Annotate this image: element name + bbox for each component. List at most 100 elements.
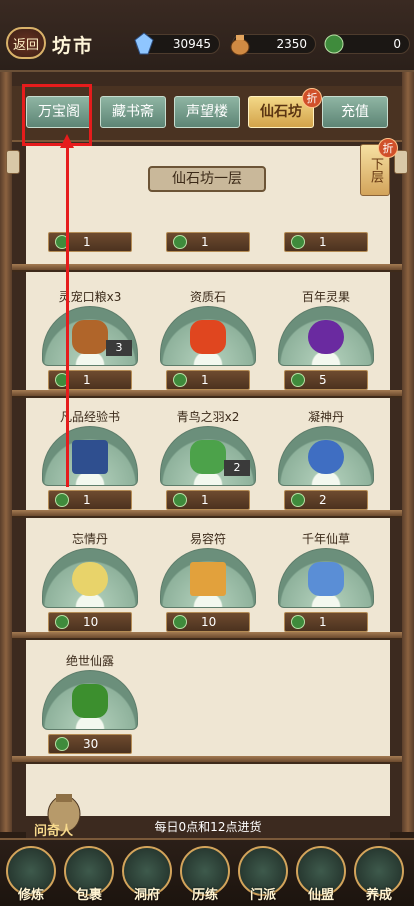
price-value: 1: [201, 373, 209, 387]
crystal-icon: [134, 32, 154, 55]
highlight-box: [22, 84, 92, 146]
coin-icon: [173, 493, 187, 507]
price-tag: 1: [284, 232, 368, 252]
dew-icon: [72, 684, 108, 718]
price-value: 1: [83, 373, 91, 387]
price-value: 30: [83, 737, 99, 751]
shop-item[interactable]: 青鸟之羽x2 2 1: [152, 408, 264, 518]
tab-shengwanglou[interactable]: 声望楼: [174, 96, 240, 128]
price-tag: 10: [48, 612, 132, 632]
coin-icon: [55, 493, 69, 507]
shelf: [12, 264, 402, 272]
talisman-icon: [190, 562, 226, 596]
resource-value: 0: [393, 37, 401, 51]
shop-item[interactable]: 百年灵果 5: [270, 288, 382, 398]
price-value: 1: [319, 615, 327, 629]
shop-item[interactable]: 1: [34, 150, 146, 260]
coin-icon: [173, 373, 187, 387]
lantern-decoration: [6, 150, 20, 174]
price-tag: 1: [166, 232, 250, 252]
shop-item[interactable]: 忘情丹 10: [34, 530, 146, 640]
tab-chongzhi[interactable]: 充值: [322, 96, 388, 128]
coin-icon: [55, 615, 69, 629]
shop-item[interactable]: 易容符 10: [152, 530, 264, 640]
feather-icon: [190, 440, 226, 474]
resource-bag-gold: 2350: [230, 34, 316, 56]
coin-icon: [324, 34, 344, 54]
price-tag: 1: [48, 232, 132, 252]
npc-label[interactable]: 问奇人: [34, 820, 73, 839]
quantity-badge: 2: [224, 460, 250, 476]
price-value: 1: [83, 235, 91, 249]
price-tag: 1: [166, 370, 250, 390]
price-tag: 1: [284, 612, 368, 632]
coin-icon: [55, 737, 69, 751]
coin-icon: [291, 615, 305, 629]
coin-icon: [173, 235, 187, 249]
coin-icon: [291, 373, 305, 387]
coin-icon: [291, 493, 305, 507]
shop-item[interactable]: 资质石 1: [152, 288, 264, 398]
nav-label: 仙盟: [307, 888, 334, 903]
nav-label: 门派: [249, 888, 276, 903]
fruit-icon: [308, 320, 344, 354]
item-name: 千年仙草: [301, 532, 350, 546]
money-bag-icon: [230, 35, 250, 56]
item-name: 青鸟之羽x2: [176, 410, 240, 424]
resource-value: 30945: [172, 37, 211, 51]
price-tag: 1: [48, 370, 132, 390]
back-button[interactable]: 返回: [6, 27, 46, 59]
nav-label: 历练: [191, 888, 218, 903]
price-value: 2: [319, 493, 327, 507]
page-title: 坊市: [52, 35, 95, 57]
top-bar: 返回 坊市 30945 2350 0: [0, 0, 414, 72]
price-tag: 2: [284, 490, 368, 510]
price-tag: 1: [48, 490, 132, 510]
price-value: 10: [83, 615, 99, 629]
nav-label: 洞府: [133, 888, 160, 903]
right-pillar: [402, 72, 414, 832]
price-value: 5: [319, 373, 327, 387]
item-name: 忘情丹: [71, 532, 108, 546]
item-name: 资质石: [189, 290, 226, 304]
shop-item[interactable]: 凝神丹 2: [270, 408, 382, 518]
shop-item[interactable]: 灵宠口粮x3 3 1: [34, 288, 146, 398]
price-value: 10: [201, 615, 217, 629]
item-name: 百年灵果: [301, 290, 350, 304]
shelf: [12, 510, 402, 518]
item-name: 绝世仙露: [65, 654, 114, 668]
price-value: 1: [319, 235, 327, 249]
price-tag: 5: [284, 370, 368, 390]
gem-icon: [190, 320, 226, 354]
shop-item[interactable]: 绝世仙露 30: [34, 652, 146, 762]
coin-icon: [173, 615, 187, 629]
resource-value: 2350: [276, 37, 307, 51]
pet-food-icon: [72, 320, 108, 354]
herb-icon: [308, 562, 344, 596]
discount-badge: 折: [302, 88, 322, 108]
nav-label: 包裹: [75, 888, 102, 903]
shop-item[interactable]: 1: [270, 150, 382, 260]
quantity-badge: 3: [106, 340, 132, 356]
pill-icon: [308, 440, 344, 474]
price-tag: 30: [48, 734, 132, 754]
shop-item[interactable]: 1: [152, 150, 264, 260]
item-name: 易容符: [189, 532, 226, 546]
price-tag: 10: [166, 612, 250, 632]
shelf: [12, 632, 402, 640]
shop-item[interactable]: 千年仙草 1: [270, 530, 382, 640]
resource-spirit-crystal: 30945: [134, 32, 220, 55]
price-value: 1: [201, 235, 209, 249]
annotation-arrow: [66, 142, 69, 487]
item-name: 灵宠口粮x3: [58, 290, 122, 304]
tab-cangshuzhai[interactable]: 藏书斋: [100, 96, 166, 128]
price-tag: 1: [166, 490, 250, 510]
book-icon: [72, 440, 108, 474]
shop-item[interactable]: 凡品经验书 1: [34, 408, 146, 518]
price-value: 1: [201, 493, 209, 507]
price-value: 1: [83, 493, 91, 507]
pill-icon: [72, 562, 108, 596]
shelf: [12, 390, 402, 398]
annotation-arrow-head: [60, 134, 74, 148]
item-name: 凡品经验书: [59, 410, 120, 424]
